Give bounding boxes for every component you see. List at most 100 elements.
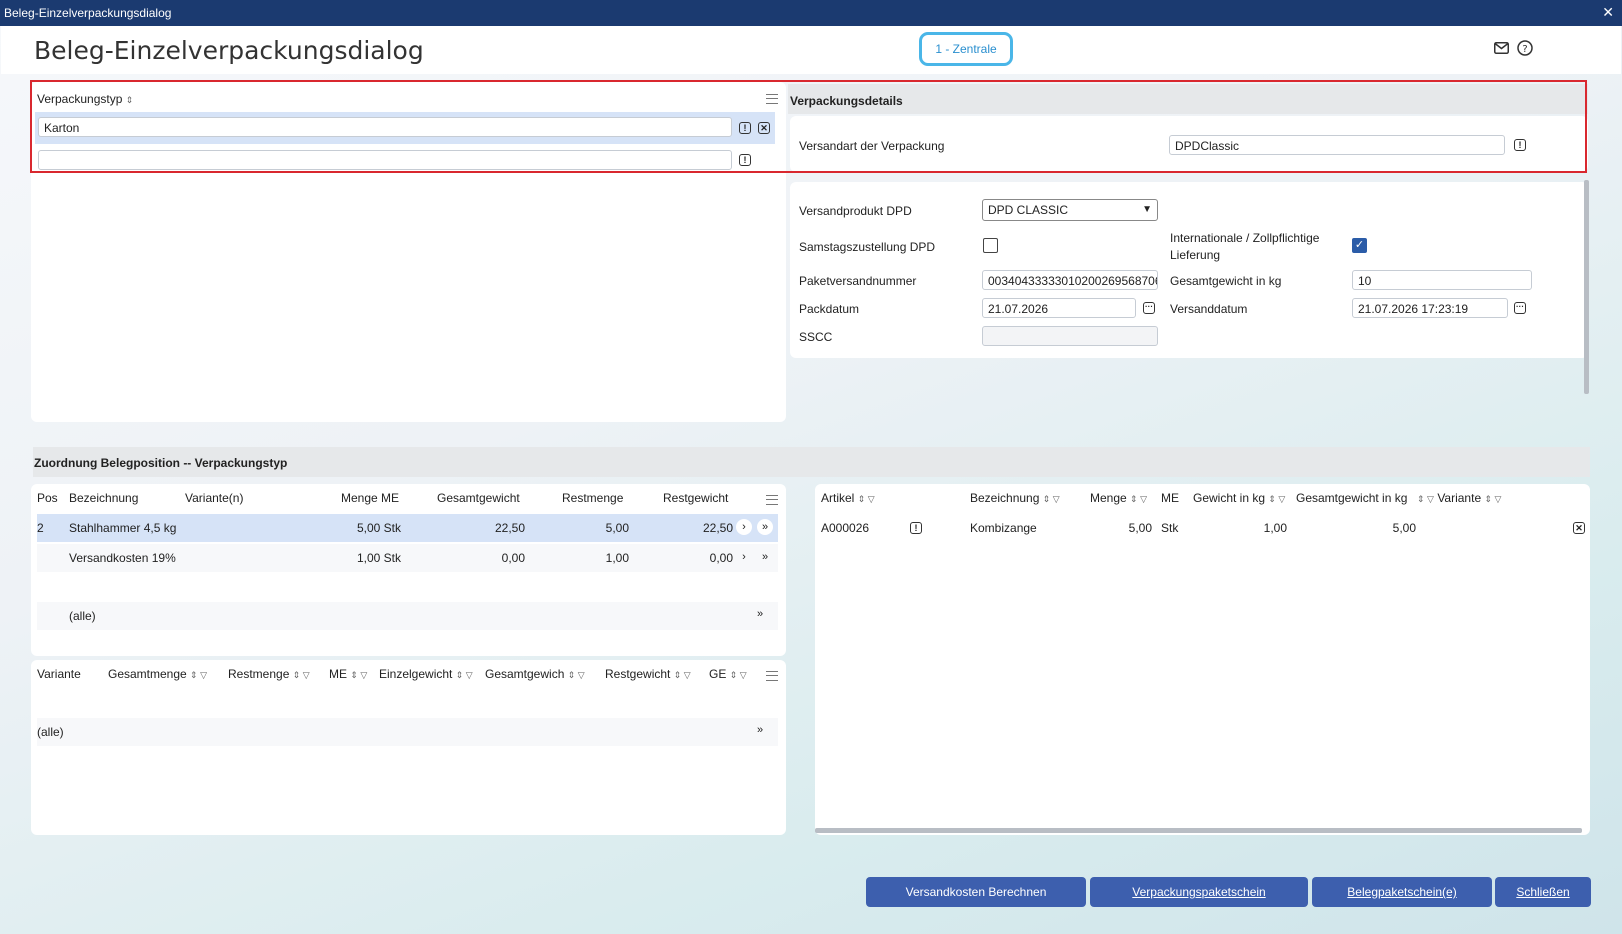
international-delivery-checkbox[interactable]: ✓ bbox=[1352, 238, 1367, 253]
pack-date-label: Packdatum bbox=[799, 302, 860, 316]
page-title: Beleg-Einzelverpackungsdialog bbox=[34, 36, 424, 65]
mail-icon[interactable] bbox=[1494, 42, 1509, 54]
cell-rest-weight: 22,50 bbox=[702, 521, 733, 535]
cell-total-weight: 22,50 bbox=[494, 521, 525, 535]
parcel-number-input[interactable]: 00340433333010200269568706 bbox=[982, 270, 1158, 290]
help-icon[interactable]: ? bbox=[1517, 40, 1533, 56]
cell-rest-qty: 5,00 bbox=[605, 521, 629, 535]
pack-date-input[interactable]: 21.07.2026 bbox=[982, 298, 1136, 318]
assignment-header: Zuordnung Belegposition -- Verpackungsty… bbox=[33, 447, 1590, 477]
cell-total-weight: 5,00 bbox=[1392, 521, 1416, 535]
dpd-product-select[interactable]: DPD CLASSIC ▼ bbox=[982, 199, 1158, 221]
cell-qty: 5,00 Stk bbox=[356, 521, 401, 535]
shipping-method-input[interactable]: DPDClassic bbox=[1169, 135, 1505, 155]
delete-icon[interactable]: ✕ bbox=[758, 122, 770, 134]
col-qty[interactable]: Menge ⇕ ▽ bbox=[1090, 491, 1147, 505]
horizontal-scrollbar[interactable] bbox=[815, 828, 1582, 833]
cell-qty: 5,00 bbox=[1128, 521, 1152, 535]
table-header: Variante Gesamtmenge ⇕ ▽ Restmenge ⇕ ▽ M… bbox=[37, 660, 777, 688]
packaging-type-panel: Verpackungstyp ⇕ Karton ! ✕ ! bbox=[31, 82, 786, 422]
double-chevron-right-icon[interactable]: » bbox=[757, 519, 773, 535]
branch-badge[interactable]: 1 - Zentrale bbox=[919, 32, 1013, 66]
pack-slip-button[interactable]: Verpackungspaketschein bbox=[1090, 877, 1308, 907]
cell-qty: 1,00 Stk bbox=[356, 551, 401, 565]
parcel-number-label: Paketversandnummer bbox=[799, 274, 917, 288]
packaging-type-new-input[interactable] bbox=[38, 150, 732, 170]
table-row[interactable]: 2 Stahlhammer 4,5 kg 5,00 Stk 22,50 5,00… bbox=[37, 514, 778, 542]
column-menu-icon[interactable] bbox=[766, 671, 778, 681]
col-variant[interactable]: ⇕ ▽ Variante ⇕ ▽ bbox=[1417, 491, 1501, 505]
col-total-weight[interactable]: Gesamtgewicht bbox=[437, 491, 520, 505]
col-rest-weight[interactable]: Restgewicht ⇕ ▽ bbox=[605, 667, 691, 681]
col-single-weight[interactable]: Einzelgewicht ⇕ ▽ bbox=[379, 667, 473, 681]
chevron-down-icon: ▼ bbox=[1142, 204, 1152, 215]
col-rest-weight[interactable]: Restgewicht bbox=[663, 491, 728, 505]
saturday-delivery-checkbox[interactable] bbox=[983, 238, 998, 253]
close-button[interactable]: Schließen bbox=[1495, 877, 1591, 907]
cell-all: (alle) bbox=[37, 725, 64, 739]
info-icon[interactable]: ! bbox=[1514, 139, 1526, 151]
cell-weight: 1,00 bbox=[1263, 521, 1287, 535]
saturday-delivery-label: Samstagszustellung DPD bbox=[799, 240, 936, 254]
details-scrollbar[interactable] bbox=[1584, 180, 1589, 394]
sscc-input[interactable] bbox=[982, 326, 1158, 346]
packaging-row-selected[interactable]: Karton ! ✕ bbox=[35, 112, 775, 144]
dpd-details-panel: Versandprodukt DPD DPD CLASSIC ▼ Samstag… bbox=[790, 182, 1588, 358]
column-menu-icon[interactable] bbox=[766, 94, 778, 104]
ship-date-input[interactable]: 21.07.2026 17:23:19 bbox=[1352, 298, 1508, 318]
assignment-title: Zuordnung Belegposition -- Verpackungsty… bbox=[34, 456, 288, 470]
col-rest-qty[interactable]: Restmenge ⇕ ▽ bbox=[228, 667, 310, 681]
column-menu-icon[interactable] bbox=[766, 495, 778, 505]
date-picker-icon[interactable]: ··· bbox=[1143, 302, 1155, 314]
dialog-window: Beleg-Einzelverpackungsdialog ✕ Beleg-Ei… bbox=[0, 0, 1622, 934]
info-icon[interactable]: ! bbox=[910, 522, 922, 534]
col-total-weight[interactable]: Gesamtgewich ⇕ ▽ bbox=[485, 667, 585, 681]
cell-unit: Stk bbox=[1161, 521, 1179, 535]
svg-text:?: ? bbox=[1522, 44, 1527, 55]
chevron-right-icon[interactable]: › bbox=[736, 519, 752, 535]
col-article[interactable]: Artikel ⇕ ▽ bbox=[821, 491, 875, 505]
col-name[interactable]: Bezeichnung bbox=[69, 491, 138, 505]
total-weight-input[interactable]: 10 bbox=[1352, 270, 1532, 290]
col-rest-qty[interactable]: Restmenge bbox=[562, 491, 623, 505]
packaging-type-header[interactable]: Verpackungstyp ⇕ bbox=[37, 92, 133, 106]
col-variant[interactable]: Variante bbox=[37, 667, 81, 681]
info-icon[interactable]: ! bbox=[739, 122, 751, 134]
window-title: Beleg-Einzelverpackungsdialog bbox=[4, 6, 172, 20]
col-total-weight[interactable]: Gesamtgewicht in kg bbox=[1296, 491, 1416, 505]
col-total-qty[interactable]: Gesamtmenge ⇕ ▽ bbox=[108, 667, 207, 681]
window-close-button[interactable]: ✕ bbox=[1602, 4, 1614, 21]
table-row-all[interactable]: (alle) » bbox=[37, 602, 778, 630]
cell-rest-qty: 1,00 bbox=[605, 551, 629, 565]
ship-date-label: Versanddatum bbox=[1170, 302, 1248, 316]
cell-name: Versandkosten 19% bbox=[69, 551, 176, 565]
doc-slip-button[interactable]: Belegpaketschein(e) bbox=[1312, 877, 1492, 907]
calc-shipping-button[interactable]: Versandkosten Berechnen bbox=[866, 877, 1086, 907]
double-chevron-right-icon[interactable]: » bbox=[757, 608, 763, 620]
table-row[interactable]: A000026 ! Kombizange 5,00 Stk 1,00 5,00 … bbox=[821, 514, 1586, 542]
packaging-details-title: Verpackungsdetails bbox=[790, 94, 903, 108]
col-pos[interactable]: Pos bbox=[37, 491, 58, 505]
chevron-right-icon[interactable]: › bbox=[736, 549, 752, 565]
double-chevron-right-icon[interactable]: » bbox=[757, 724, 763, 736]
date-picker-icon[interactable]: ··· bbox=[1514, 302, 1526, 314]
positions-table: Pos Bezeichnung Variante(n) Menge ME Ges… bbox=[31, 484, 786, 656]
table-header: Pos Bezeichnung Variante(n) Menge ME Ges… bbox=[37, 484, 777, 512]
table-row-all[interactable]: (alle) » bbox=[37, 718, 778, 746]
col-unit[interactable]: ME bbox=[1161, 491, 1179, 505]
cell-name: Stahlhammer 4,5 kg bbox=[69, 521, 177, 535]
col-variant[interactable]: Variante(n) bbox=[185, 491, 243, 505]
packaging-type-input[interactable]: Karton bbox=[38, 117, 732, 137]
col-weight[interactable]: Gewicht in kg ⇕ ▽ bbox=[1193, 491, 1285, 505]
col-qty[interactable]: Menge ME bbox=[341, 491, 399, 505]
col-ge[interactable]: GE ⇕ ▽ bbox=[709, 667, 747, 681]
international-delivery-label-2: Lieferung bbox=[1170, 248, 1221, 262]
col-name[interactable]: Bezeichnung ⇕ ▽ bbox=[970, 491, 1060, 505]
double-chevron-right-icon[interactable]: » bbox=[757, 549, 773, 565]
col-unit[interactable]: ME ⇕ ▽ bbox=[329, 667, 367, 681]
cell-article: A000026 bbox=[821, 521, 870, 535]
info-icon[interactable]: ! bbox=[739, 154, 751, 166]
international-delivery-label: Internationale / Zollpflichtige bbox=[1170, 231, 1320, 245]
delete-icon[interactable]: ✕ bbox=[1573, 522, 1585, 534]
table-row[interactable]: Versandkosten 19% 1,00 Stk 0,00 1,00 0,0… bbox=[37, 544, 778, 572]
